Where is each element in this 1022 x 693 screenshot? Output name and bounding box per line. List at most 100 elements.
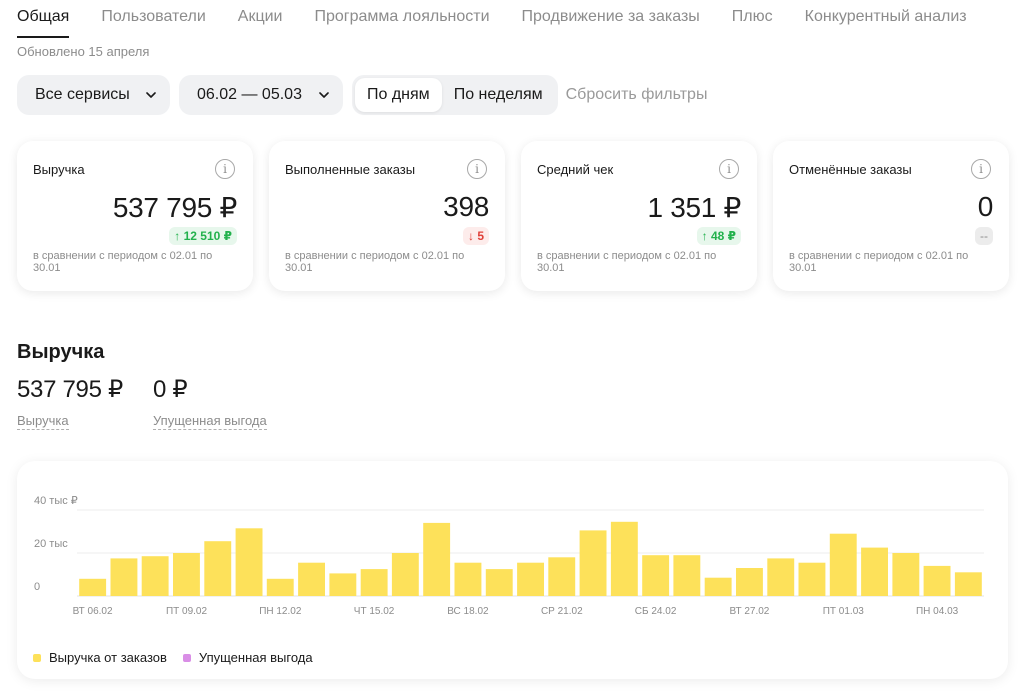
- revenue-bar[interactable]: [173, 553, 200, 596]
- revenue-bar[interactable]: [892, 553, 920, 596]
- delta-badge: --: [975, 227, 993, 245]
- revenue-bar[interactable]: [861, 547, 888, 596]
- info-icon[interactable]: i: [719, 159, 739, 179]
- info-icon[interactable]: i: [467, 159, 487, 179]
- x-tick-label: ПН 04.03: [916, 606, 959, 617]
- revenue-bar[interactable]: [517, 562, 544, 596]
- legend-swatch-revenue: [33, 653, 41, 662]
- revenue-bar[interactable]: [642, 555, 670, 596]
- metric-card-completed-orders: Выполненные заказы i 398 ↓ 5 в сравнении…: [269, 141, 505, 291]
- card-comparison-note: в сравнении с периодом с 02.01 по 30.01: [537, 250, 717, 274]
- metric-cards: Выручка i 537 795 ₽ ↑ 12 510 ₽ в сравнен…: [17, 141, 1009, 291]
- card-title: Выполненные заказы: [285, 162, 416, 177]
- revenue-bar[interactable]: [141, 556, 169, 596]
- revenue-chart-card: 40 тыс ₽ 20 тыс 0 ВТ 06.02 ПТ 09.02 ПН 12.02 Ч…: [17, 461, 1008, 679]
- tab-promotions[interactable]: Акции: [238, 8, 283, 38]
- info-icon[interactable]: i: [971, 159, 991, 179]
- tab-general[interactable]: Общая: [17, 8, 70, 38]
- revenue-bar[interactable]: [923, 565, 951, 596]
- revenue-bar[interactable]: [423, 522, 451, 596]
- legend-swatch-lost-profit: [182, 653, 191, 662]
- revenue-bar[interactable]: [391, 553, 419, 596]
- lost-profit-value: 0 ₽: [153, 376, 188, 403]
- x-tick-label: СР 21.02: [541, 606, 583, 617]
- revenue-bar-chart: 40 тыс ₽ 20 тыс 0 ВТ 06.02 ПТ 09.02 ПН 12.02 Ч…: [34, 495, 984, 617]
- x-tick-label: ПТ 09.02: [166, 606, 208, 617]
- revenue-bar[interactable]: [829, 533, 857, 596]
- revenue-bar[interactable]: [204, 541, 232, 596]
- card-title: Выручка: [33, 162, 85, 177]
- x-tick-label: СБ 24.02: [635, 606, 677, 617]
- by-weeks-button[interactable]: По неделям: [442, 78, 555, 112]
- period-dropdown[interactable]: 06.02 — 05.03: [179, 75, 343, 115]
- delta-badge: ↑ 48 ₽: [696, 227, 741, 245]
- tab-users[interactable]: Пользователи: [101, 8, 205, 38]
- metric-card-cancelled-orders: Отменённые заказы i 0 -- в сравнении с п…: [773, 141, 1009, 291]
- revenue-bar[interactable]: [610, 521, 638, 596]
- revenue-bar[interactable]: [110, 558, 138, 596]
- x-tick-label: ВТ 06.02: [73, 606, 113, 617]
- revenue-bar[interactable]: [454, 562, 482, 596]
- card-value: 398: [443, 191, 489, 222]
- legend-item-lost-profit[interactable]: Упущенная выгода: [182, 650, 313, 665]
- x-tick-label: ПН 12.02: [259, 606, 302, 617]
- card-value: 0: [977, 191, 994, 222]
- tab-competitive-analysis[interactable]: Конкурентный анализ: [805, 8, 967, 38]
- legend-label: Выручка от заказов: [49, 650, 167, 665]
- revenue-total-value: 537 795 ₽: [17, 376, 123, 403]
- x-tick-label: ВТ 27.02: [729, 606, 769, 617]
- info-icon[interactable]: i: [215, 159, 235, 179]
- y-tick-label: 20 тыс: [34, 538, 68, 550]
- legend-label: Упущенная выгода: [198, 650, 313, 665]
- service-dropdown[interactable]: Все сервисы: [17, 75, 170, 115]
- by-days-button[interactable]: По дням: [355, 78, 442, 112]
- revenue-bar[interactable]: [298, 562, 325, 596]
- card-comparison-note: в сравнении с периодом с 02.01 по 30.01: [285, 250, 465, 274]
- revenue-total-label[interactable]: Выручка: [17, 413, 69, 430]
- revenue-bar[interactable]: [79, 578, 107, 596]
- tab-promotion-orders[interactable]: Продвижение за заказы: [522, 8, 700, 38]
- chevron-down-icon: [146, 92, 156, 98]
- card-title: Отменённые заказы: [789, 162, 912, 177]
- metric-card-revenue: Выручка i 537 795 ₽ ↑ 12 510 ₽ в сравнен…: [17, 141, 253, 291]
- revenue-section-title: Выручка: [17, 341, 105, 363]
- updated-date: Обновлено 15 апреля: [17, 44, 150, 59]
- revenue-bar[interactable]: [548, 557, 576, 596]
- x-tick-label: ВС 18.02: [447, 606, 489, 617]
- revenue-bar[interactable]: [767, 558, 795, 596]
- delta-badge: ↓ 5: [462, 227, 489, 245]
- revenue-bar[interactable]: [704, 577, 732, 596]
- revenue-bar[interactable]: [579, 530, 607, 596]
- lost-profit-label[interactable]: Упущенная выгода: [153, 413, 267, 430]
- revenue-bar[interactable]: [329, 573, 357, 596]
- revenue-bar[interactable]: [360, 569, 388, 596]
- card-comparison-note: в сравнении с периодом с 02.01 по 30.01: [789, 250, 969, 274]
- revenue-bar[interactable]: [798, 562, 826, 596]
- revenue-bar[interactable]: [485, 569, 513, 596]
- revenue-bar[interactable]: [266, 578, 294, 596]
- service-dropdown-label: Все сервисы: [35, 86, 130, 103]
- revenue-bar[interactable]: [673, 555, 701, 596]
- card-value: 537 795 ₽: [112, 192, 237, 223]
- x-tick-label: ЧТ 15.02: [354, 606, 395, 617]
- filters-bar: Все сервисы 06.02 — 05.03 По дням По нед…: [17, 75, 707, 115]
- delta-badge: ↑ 12 510 ₽: [169, 227, 237, 245]
- x-tick-label: ПТ 01.03: [823, 606, 865, 617]
- revenue-bar[interactable]: [954, 572, 982, 596]
- reset-filters-button[interactable]: Сбросить фильтры: [566, 86, 708, 104]
- tab-plus[interactable]: Плюс: [732, 8, 773, 38]
- y-tick-label: 0: [34, 581, 40, 593]
- tabs-bar: Общая Пользователи Акции Программа лояль…: [17, 8, 999, 38]
- metric-card-average-check: Средний чек i 1 351 ₽ ↑ 48 ₽ в сравнении…: [521, 141, 757, 291]
- revenue-bar[interactable]: [736, 568, 763, 596]
- card-title: Средний чек: [537, 162, 614, 177]
- chevron-down-icon: [319, 92, 329, 98]
- legend-item-revenue[interactable]: Выручка от заказов: [33, 650, 167, 665]
- granularity-toggle: По дням По неделям: [352, 75, 558, 115]
- card-comparison-note: в сравнении с периодом с 02.01 по 30.01: [33, 250, 213, 274]
- y-tick-label: 40 тыс ₽: [34, 495, 78, 507]
- revenue-bar[interactable]: [235, 528, 263, 596]
- tab-loyalty[interactable]: Программа лояльности: [315, 8, 490, 38]
- period-dropdown-label: 06.02 — 05.03: [197, 86, 302, 103]
- chart-legend: Выручка от заказов Упущенная выгода: [33, 650, 329, 665]
